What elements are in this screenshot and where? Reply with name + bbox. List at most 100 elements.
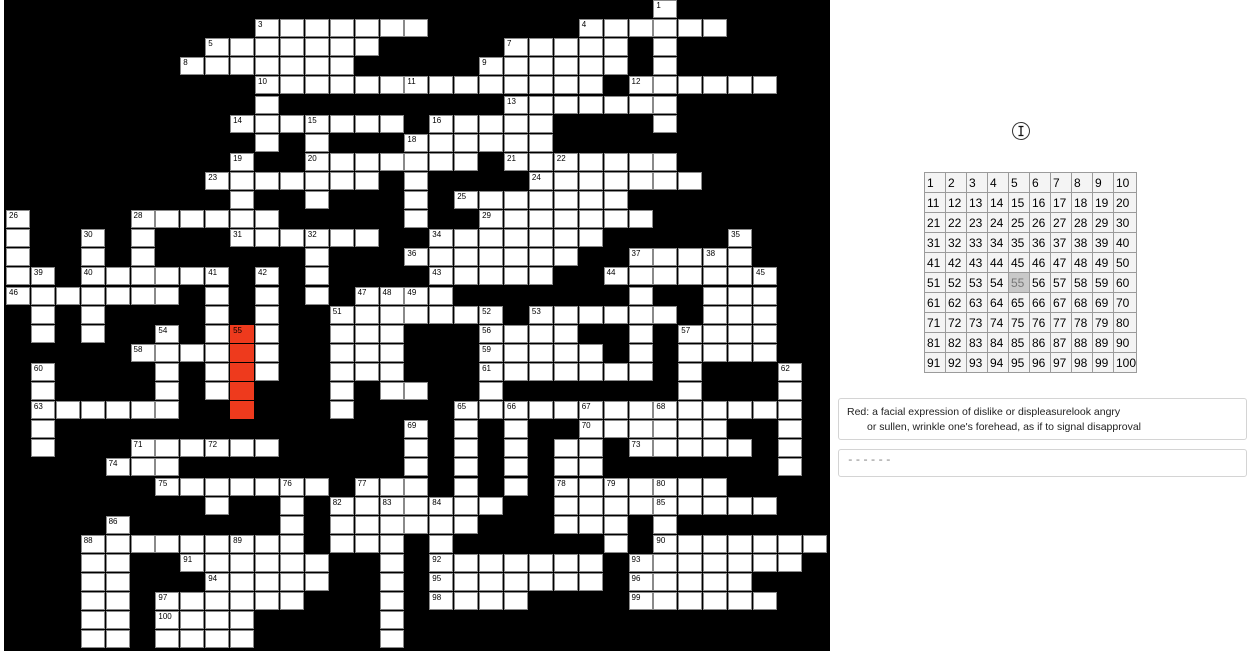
picker-number-84[interactable]: 84: [987, 332, 1009, 353]
crossword-cell[interactable]: [603, 401, 628, 420]
crossword-cell[interactable]: [379, 382, 404, 400]
crossword-cell[interactable]: [230, 191, 255, 209]
crossword-cell[interactable]: [279, 57, 304, 76]
crossword-cell[interactable]: [205, 324, 230, 343]
crossword-cell[interactable]: [255, 553, 279, 572]
crossword-cell[interactable]: [379, 114, 404, 133]
crossword-cell[interactable]: [603, 534, 628, 553]
crossword-cell[interactable]: [728, 534, 753, 553]
crossword-cell[interactable]: [429, 286, 454, 305]
picker-number-53[interactable]: 53: [966, 272, 988, 293]
picker-number-96[interactable]: 96: [1029, 352, 1051, 373]
picker-number-73[interactable]: 73: [966, 312, 988, 333]
crossword-cell[interactable]: [80, 630, 105, 649]
crossword-cell[interactable]: [553, 76, 578, 95]
crossword-cell-highlighted[interactable]: [230, 343, 255, 362]
crossword-cell[interactable]: [180, 592, 205, 611]
crossword-cell[interactable]: [454, 592, 479, 611]
crossword-cell[interactable]: [329, 324, 354, 343]
crossword-cell[interactable]: [753, 324, 777, 343]
picker-number-6[interactable]: 6: [1029, 172, 1051, 193]
crossword-cell[interactable]: 91: [180, 553, 205, 572]
crossword-cell[interactable]: 98: [429, 592, 454, 611]
crossword-cell[interactable]: [354, 229, 379, 248]
crossword-cell-highlighted[interactable]: [230, 362, 255, 381]
crossword-cell[interactable]: [728, 439, 753, 458]
crossword-cell[interactable]: [777, 401, 802, 420]
crossword-cell[interactable]: [255, 362, 279, 381]
crossword-cell[interactable]: [628, 477, 653, 496]
crossword-cell[interactable]: [454, 76, 479, 95]
crossword-cell[interactable]: [703, 19, 728, 38]
crossword-cell[interactable]: [255, 592, 279, 611]
crossword-cell[interactable]: [504, 458, 528, 477]
crossword-cell[interactable]: 3: [255, 19, 279, 38]
crossword-cell[interactable]: [130, 248, 155, 267]
picker-number-23[interactable]: 23: [966, 212, 988, 233]
crossword-cell[interactable]: 19: [230, 152, 255, 171]
crossword-cell[interactable]: [205, 534, 230, 553]
crossword-cell[interactable]: [528, 210, 553, 229]
crossword-cell[interactable]: 90: [653, 534, 678, 553]
crossword-cell[interactable]: [230, 573, 255, 591]
picker-number-5[interactable]: 5: [1008, 172, 1030, 193]
crossword-cell[interactable]: [180, 210, 205, 229]
crossword-cell[interactable]: [728, 496, 753, 515]
crossword-cell[interactable]: [379, 76, 404, 95]
crossword-cell[interactable]: [628, 362, 653, 381]
crossword-cell[interactable]: 40: [80, 267, 105, 286]
picker-number-22[interactable]: 22: [945, 212, 967, 233]
crossword-cell[interactable]: [180, 534, 205, 553]
crossword-cell[interactable]: 8: [180, 57, 205, 76]
crossword-cell[interactable]: 92: [429, 553, 454, 572]
crossword-cell[interactable]: [628, 496, 653, 515]
crossword-cell[interactable]: [279, 553, 304, 572]
crossword-cell[interactable]: 34: [429, 229, 454, 248]
crossword-cell[interactable]: [329, 57, 354, 76]
crossword-cell[interactable]: [180, 630, 205, 649]
crossword-cell[interactable]: [528, 248, 553, 267]
picker-number-18[interactable]: 18: [1071, 192, 1093, 213]
picker-number-14[interactable]: 14: [987, 192, 1009, 213]
crossword-cell-highlighted[interactable]: 55: [230, 324, 255, 343]
picker-number-76[interactable]: 76: [1029, 312, 1051, 333]
crossword-cell[interactable]: [304, 477, 329, 496]
crossword-cell[interactable]: [678, 439, 703, 458]
crossword-cell[interactable]: [230, 592, 255, 611]
crossword-cell[interactable]: [180, 267, 205, 286]
crossword-cell[interactable]: 49: [404, 286, 429, 305]
crossword-cell[interactable]: [753, 592, 777, 611]
crossword-cell[interactable]: [329, 19, 354, 38]
crossword-cell[interactable]: [105, 630, 130, 649]
crossword-cell[interactable]: [504, 362, 528, 381]
crossword-cell[interactable]: [528, 95, 553, 114]
crossword-cell[interactable]: [80, 611, 105, 630]
crossword-cell[interactable]: [354, 534, 379, 553]
crossword-cell[interactable]: 54: [155, 324, 180, 343]
crossword-cell[interactable]: [105, 401, 130, 420]
crossword-cell[interactable]: [653, 515, 678, 534]
crossword-cell[interactable]: [105, 286, 130, 305]
crossword-cell[interactable]: [155, 286, 180, 305]
crossword-cell[interactable]: [504, 57, 528, 76]
crossword-cell[interactable]: [354, 38, 379, 57]
crossword-cell[interactable]: [454, 458, 479, 477]
crossword-cell[interactable]: [404, 152, 429, 171]
crossword-cell[interactable]: [504, 76, 528, 95]
crossword-cell[interactable]: [678, 401, 703, 420]
crossword-cell[interactable]: [404, 515, 429, 534]
crossword-cell[interactable]: [678, 496, 703, 515]
crossword-cell[interactable]: [703, 553, 728, 572]
picker-number-21[interactable]: 21: [924, 212, 946, 233]
crossword-cell[interactable]: [130, 267, 155, 286]
crossword-cell[interactable]: [678, 592, 703, 611]
crossword-cell[interactable]: [105, 592, 130, 611]
crossword-cell[interactable]: [553, 496, 578, 515]
crossword-cell[interactable]: [678, 76, 703, 95]
crossword-cell[interactable]: 62: [777, 362, 802, 381]
crossword-cell[interactable]: [553, 191, 578, 209]
picker-number-32[interactable]: 32: [945, 232, 967, 253]
crossword-cell[interactable]: [230, 171, 255, 190]
crossword-cell[interactable]: [753, 496, 777, 515]
crossword-cell[interactable]: [479, 401, 504, 420]
